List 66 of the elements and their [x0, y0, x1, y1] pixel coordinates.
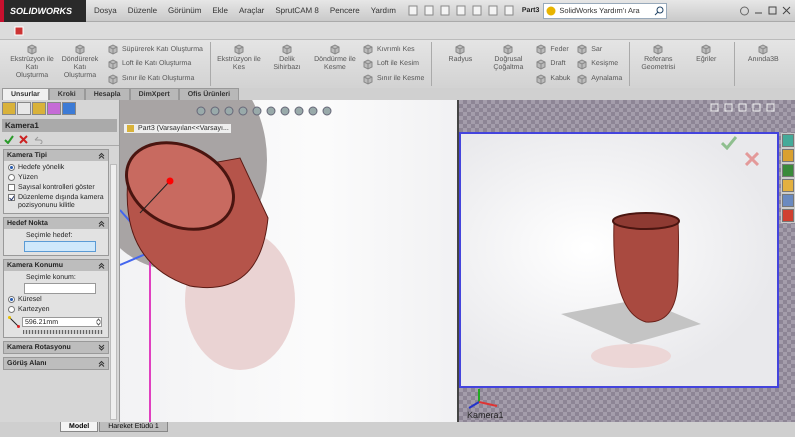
menu-item[interactable]: Dosya — [94, 6, 117, 15]
menu-item[interactable]: Düzenle — [128, 6, 158, 15]
cube-icon — [107, 43, 119, 56]
task-pane-icon[interactable] — [782, 134, 794, 147]
panel-title: Kamera1 — [2, 119, 117, 132]
cube-icon — [107, 72, 119, 85]
cube-icon — [362, 72, 374, 85]
cube-icon — [454, 43, 466, 55]
search-icon[interactable] — [654, 6, 664, 16]
selection-field[interactable] — [24, 283, 96, 294]
collapse-icon[interactable] — [98, 360, 105, 368]
toolbar-icon[interactable] — [424, 5, 434, 16]
cube-icon — [576, 58, 588, 70]
manager-tab[interactable] — [17, 102, 31, 115]
cube-icon — [74, 43, 86, 55]
cube-icon — [535, 43, 548, 56]
part-icon[interactable] — [14, 26, 24, 36]
cube-icon — [535, 72, 548, 85]
task-pane-icon[interactable] — [782, 149, 794, 162]
manager-tab[interactable] — [32, 102, 46, 115]
spin-arrows-icon[interactable] — [96, 318, 101, 326]
cube-icon — [362, 58, 374, 70]
menu-item[interactable]: Görünüm — [168, 6, 202, 15]
cube-icon — [576, 72, 588, 85]
manager-tab[interactable] — [2, 102, 16, 115]
toolbar-icon[interactable] — [456, 5, 466, 16]
menu-item[interactable]: Ekle — [212, 6, 228, 15]
collapse-icon[interactable] — [98, 220, 105, 228]
collapse-icon[interactable] — [98, 152, 105, 159]
distance-icon — [8, 316, 20, 328]
expand-icon[interactable] — [98, 344, 105, 352]
selection-field[interactable] — [24, 241, 96, 252]
close-icon[interactable] — [782, 6, 791, 15]
toolbar-icon[interactable] — [440, 5, 450, 16]
cube-icon — [535, 58, 548, 70]
toolbar-icon[interactable] — [408, 5, 418, 16]
cube-icon — [107, 58, 119, 70]
cube-icon — [652, 43, 664, 55]
cube-icon — [26, 43, 38, 55]
toolbar-icon[interactable] — [472, 5, 482, 16]
checkmark-icon[interactable] — [721, 136, 737, 150]
app-logo: SOLIDWORKS — [0, 0, 86, 22]
close-icon[interactable] — [19, 135, 28, 144]
undo-icon[interactable] — [33, 135, 43, 144]
collapse-icon[interactable] — [98, 262, 105, 270]
cube-icon — [280, 43, 293, 55]
cube-icon — [700, 43, 712, 55]
cube-icon — [328, 43, 341, 55]
toolbar-icon[interactable] — [488, 5, 498, 16]
task-pane-icon[interactable] — [782, 179, 794, 192]
menu-item[interactable]: SprutCAM 8 — [275, 6, 319, 15]
camera-label: Kamera1 — [467, 410, 505, 420]
scrollbar[interactable] — [110, 164, 117, 420]
toolbar-icon[interactable] — [504, 5, 514, 16]
menu-item[interactable]: Araçlar — [238, 6, 264, 15]
cube-icon — [757, 43, 770, 55]
cube-icon — [576, 43, 588, 56]
menu-item[interactable]: Pencere — [330, 6, 360, 15]
maximize-icon[interactable] — [768, 6, 777, 15]
cube-icon — [362, 43, 374, 56]
checkmark-icon[interactable] — [4, 135, 14, 144]
menu-item[interactable]: Yardım — [370, 6, 396, 15]
cube-icon — [502, 43, 514, 55]
tick-icon — [9, 194, 14, 201]
part-icon — [126, 124, 135, 133]
cube-icon — [232, 43, 245, 55]
